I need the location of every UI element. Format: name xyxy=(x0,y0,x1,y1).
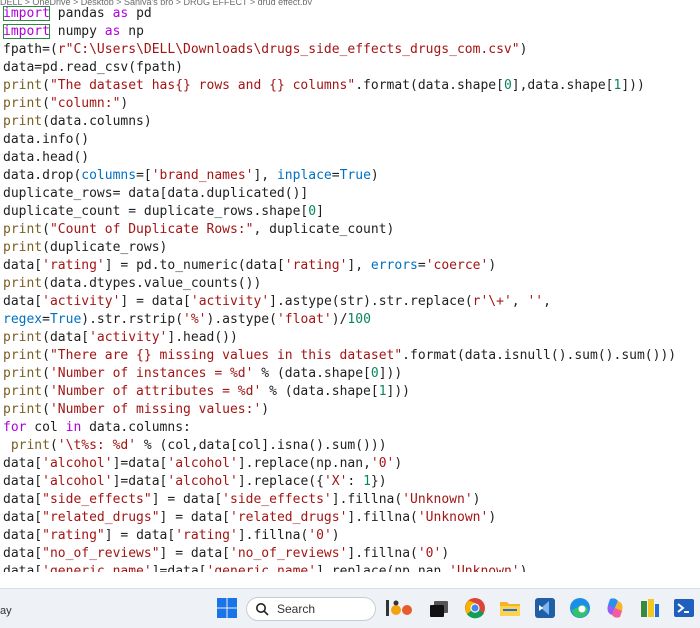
code-line[interactable]: data=pd.read_csv(fpath) xyxy=(3,59,183,77)
code-line[interactable]: data["rating"] = data['rating'].fillna('… xyxy=(3,527,340,545)
code-line[interactable]: print(duplicate_rows) xyxy=(3,239,167,257)
code-line[interactable]: print("Count of Duplicate Rows:", duplic… xyxy=(3,221,394,239)
copilot-icon[interactable] xyxy=(604,597,626,619)
taskbar: ay Search xyxy=(0,588,700,628)
code-line[interactable]: data["no_of_reviews"] = data['no_of_revi… xyxy=(3,545,449,563)
code-line[interactable]: print("column:") xyxy=(3,95,128,113)
code-line[interactable]: fpath=(r"C:\Users\DELL\Downloads\drugs_s… xyxy=(3,41,527,59)
code-line[interactable]: print(data.columns) xyxy=(3,113,152,131)
terminal-icon[interactable] xyxy=(673,597,695,619)
code-line[interactable]: duplicate_rows= data[data.duplicated()] xyxy=(3,185,308,203)
code-line[interactable]: import pandas as pd xyxy=(3,5,152,23)
code-line[interactable]: print('Number of instances = %d' % (data… xyxy=(3,365,402,383)
code-line[interactable]: print('\t%s: %d' % (col,data[col].isna()… xyxy=(3,437,387,455)
code-line[interactable]: print("The dataset has{} rows and {} col… xyxy=(3,77,645,95)
code-line[interactable]: print(data['activity'].head()) xyxy=(3,329,238,347)
office-icon[interactable] xyxy=(639,597,661,619)
search-icon xyxy=(256,603,269,616)
code-line[interactable]: print('Number of attributes = %d' % (dat… xyxy=(3,383,410,401)
widgets-icon[interactable] xyxy=(385,597,415,619)
code-line[interactable]: import numpy as np xyxy=(3,23,144,41)
code-line[interactable]: for col in data.columns: xyxy=(3,419,191,437)
code-line[interactable]: data.head() xyxy=(3,149,89,167)
code-editor[interactable]: import pandas as pd import numpy as np fpa… xyxy=(0,5,700,572)
code-line[interactable]: print('Number of missing values:') xyxy=(3,401,269,419)
file-explorer-icon[interactable] xyxy=(499,597,521,619)
code-line[interactable]: duplicate_count = duplicate_rows.shape[0… xyxy=(3,203,324,221)
code-line[interactable]: print("There are {} missing values in th… xyxy=(3,347,676,365)
chrome-icon[interactable] xyxy=(464,597,486,619)
code-line[interactable]: data['generic_name']=data['generic_name'… xyxy=(3,563,527,572)
taskbar-left-text: ay xyxy=(0,605,12,617)
code-line[interactable]: data["related_drugs"] = data['related_dr… xyxy=(3,509,496,527)
code-line[interactable]: data.info() xyxy=(3,131,89,149)
vscode-icon[interactable] xyxy=(534,597,556,619)
code-line[interactable]: data['alcohol']=data['alcohol'].replace(… xyxy=(3,473,387,491)
taskbar-search-box[interactable]: Search xyxy=(246,597,376,621)
search-label: Search xyxy=(277,602,316,616)
task-view-icon[interactable] xyxy=(428,597,450,619)
code-line[interactable]: data['activity'] = data['activity'].asty… xyxy=(3,293,551,311)
code-line[interactable]: data.drop(columns=['brand_names'], inpla… xyxy=(3,167,379,185)
code-line[interactable]: data["side_effects"] = data['side_effect… xyxy=(3,491,480,509)
code-line[interactable]: data['rating'] = pd.to_numeric(data['rat… xyxy=(3,257,496,275)
code-line[interactable]: print(data.dtypes.value_counts()) xyxy=(3,275,261,293)
windows-start-icon[interactable] xyxy=(216,597,238,619)
code-line[interactable]: regex=True).str.rstrip('%').astype('floa… xyxy=(3,311,371,329)
code-line[interactable]: data['alcohol']=data['alcohol'].replace(… xyxy=(3,455,402,473)
edge-icon[interactable] xyxy=(569,597,591,619)
